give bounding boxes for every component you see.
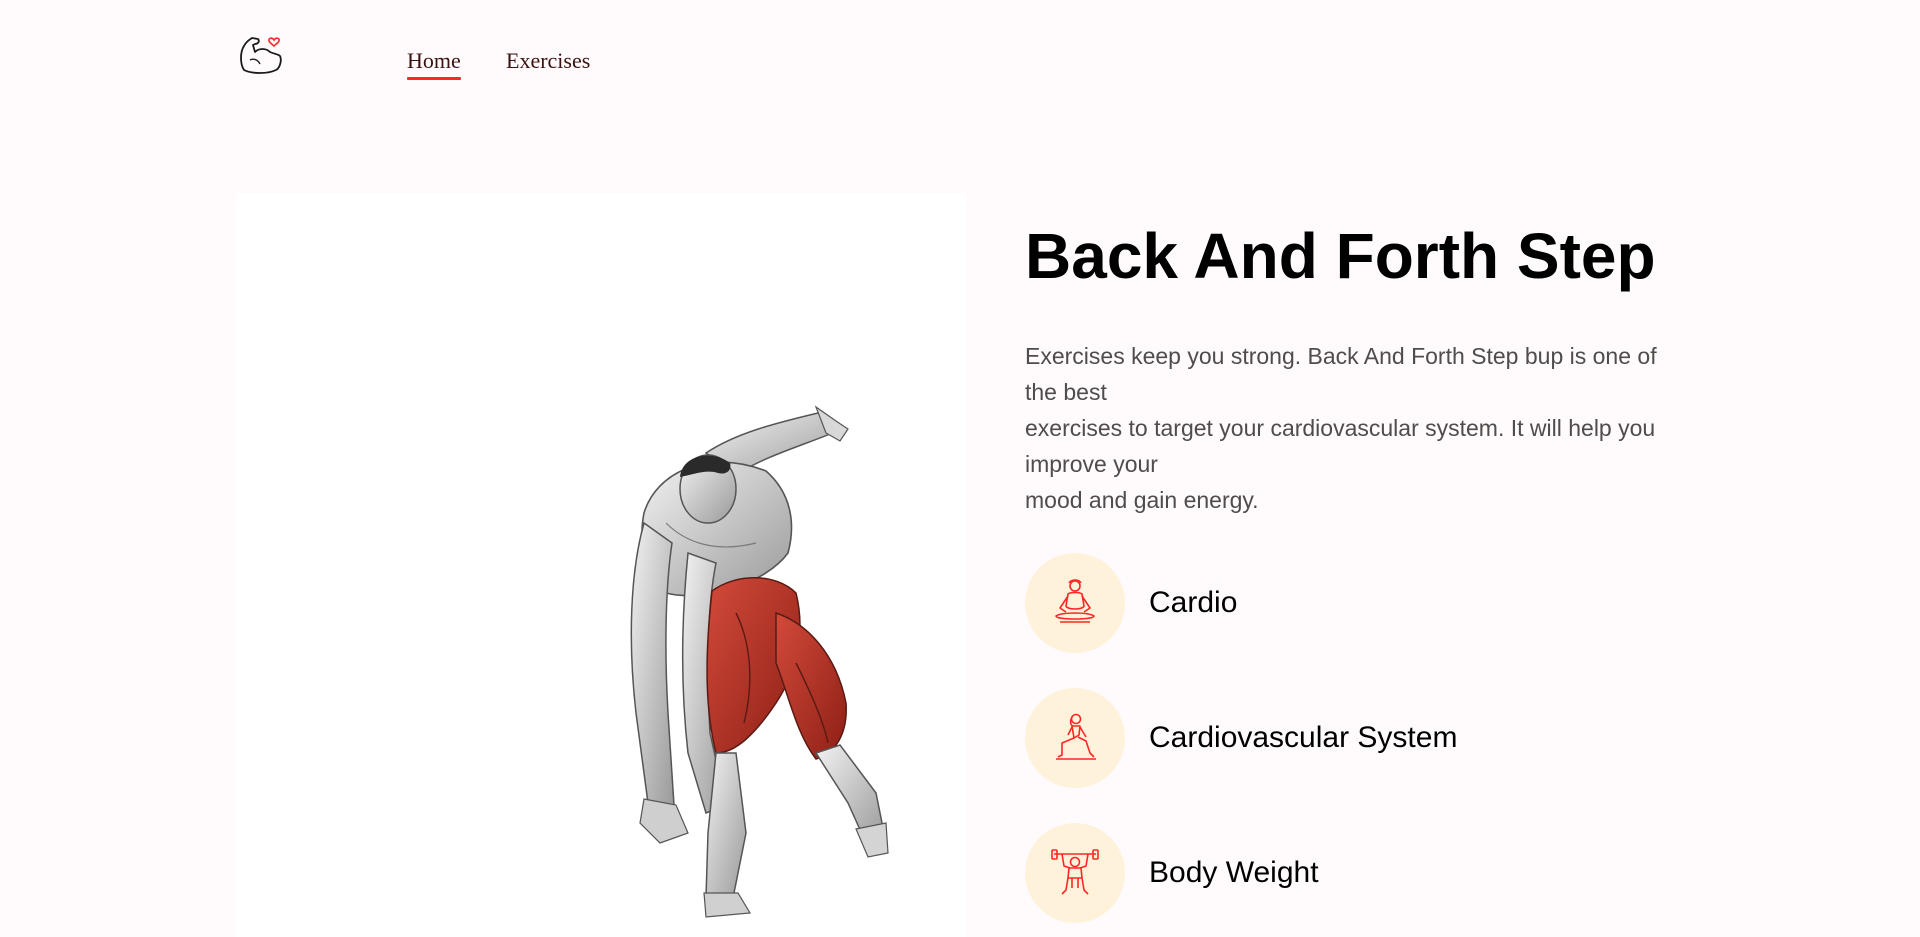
description-line: mood and gain energy. (1025, 487, 1259, 513)
nav-home-link[interactable]: Home (407, 48, 461, 80)
exercise-image (236, 193, 966, 937)
meditation-icon (1025, 553, 1125, 653)
body-part-tag: Cardio (1025, 553, 1545, 653)
equipment-tag: Body Weight (1025, 823, 1545, 923)
description-line: exercises to target your cardiovascular … (1025, 415, 1656, 477)
target-tag: Cardiovascular System (1025, 688, 1545, 788)
active-underline (407, 77, 461, 80)
tag-label: Body Weight (1149, 856, 1319, 889)
tag-label: Cardiovascular System (1149, 721, 1458, 754)
nav-exercises-label: Exercises (506, 48, 591, 73)
logo-icon[interactable] (236, 30, 286, 78)
tag-label: Cardio (1149, 586, 1238, 619)
lunge-stretch-icon (1025, 688, 1125, 788)
exercise-title: Back And Forth Step (1025, 220, 1656, 292)
exercise-description: Exercises keep you strong. Back And Fort… (1025, 338, 1685, 518)
nav-home-label: Home (407, 48, 461, 73)
nav-exercises-link[interactable]: Exercises (506, 48, 590, 74)
description-line: Exercises keep you strong. Back And Fort… (1025, 343, 1657, 405)
weightlifter-icon (1025, 823, 1125, 923)
